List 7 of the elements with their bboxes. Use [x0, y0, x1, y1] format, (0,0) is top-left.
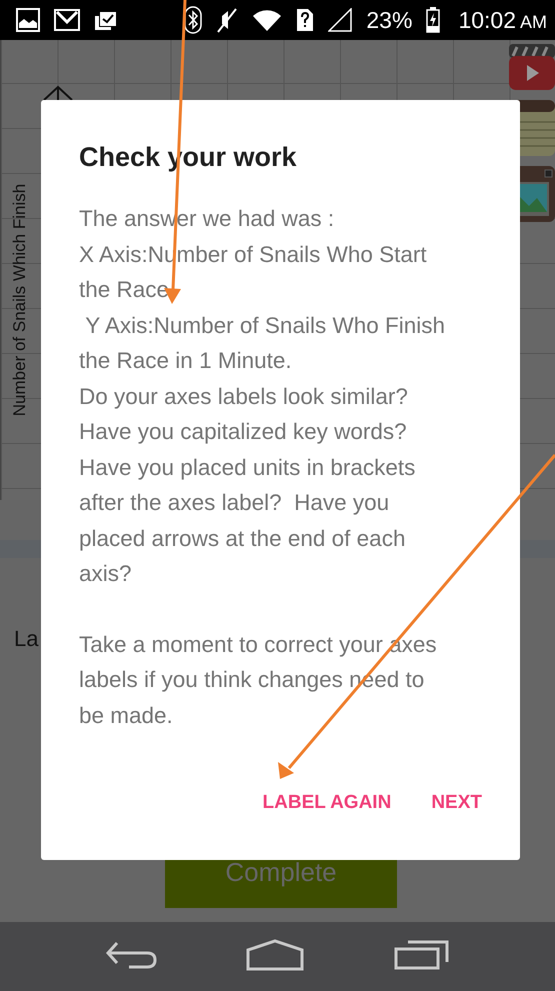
- y-axis-label: Number of Snails Which Finish: [10, 182, 30, 418]
- label-again-button[interactable]: LABEL AGAIN: [254, 784, 400, 822]
- partial-label: La: [14, 626, 38, 652]
- clock-meridiem: AM: [520, 12, 547, 32]
- battery-percent: 23%: [366, 6, 412, 34]
- clock-time: 10:02: [458, 6, 516, 34]
- next-button[interactable]: NEXT: [423, 784, 490, 822]
